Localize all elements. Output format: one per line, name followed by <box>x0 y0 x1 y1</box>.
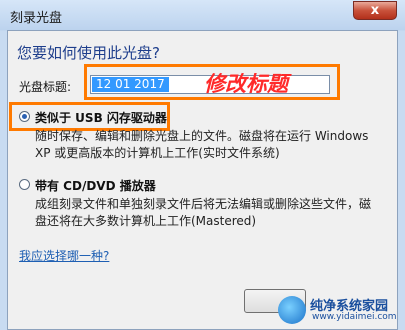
title-bar[interactable]: 刻录光盘 x <box>0 0 405 30</box>
option-cd-dvd-desc-line1: 成组刻录文件和单独刻录文件后将无法编辑或删除这些文件，磁 <box>35 197 372 211</box>
watermark: 纯净系统家园 www.yidaimei.com <box>278 294 398 326</box>
option-cd-dvd-label[interactable]: 带有 CD/DVD 播放器 <box>35 177 156 194</box>
dialog-window: 刻录光盘 x 您要如何使用此光盘? 光盘标题: 12 01 2017 修改标题 … <box>0 0 405 330</box>
disc-title-label: 光盘标题: <box>19 80 72 94</box>
option-usb-flash-desc-line1: 随时保存、编辑和删除光盘上的文件。磁盘将在运行 Windows <box>35 129 369 143</box>
option-usb-flash-desc-line2: XP 或更高版本的计算机上工作(实时文件系统) <box>35 146 280 160</box>
radio-cd-dvd[interactable] <box>19 179 30 190</box>
watermark-url: www.yidaimei.com <box>312 312 397 322</box>
watermark-logo-icon <box>278 296 306 324</box>
edit-title-annotation: 修改标题 <box>204 72 288 96</box>
window-title: 刻录光盘 <box>10 11 63 26</box>
radio-usb-flash[interactable] <box>19 111 30 122</box>
dialog-body: 您要如何使用此光盘? 光盘标题: 12 01 2017 修改标题 类似于 USB… <box>7 30 398 330</box>
option-cd-dvd-desc-line2: 盘还将在大多数计算机上工作(Mastered) <box>35 214 257 228</box>
help-link[interactable]: 我应选择哪一种? <box>19 247 109 264</box>
dialog-question: 您要如何使用此光盘? <box>17 44 160 62</box>
option-usb-flash-label[interactable]: 类似于 USB 闪存驱动器 <box>35 109 167 126</box>
close-button[interactable]: x <box>353 1 397 20</box>
close-icon: x <box>370 3 380 18</box>
